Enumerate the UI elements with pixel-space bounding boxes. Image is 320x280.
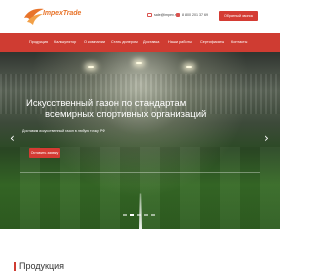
hero-title-line-2: всемирных спортивных организаций [45, 109, 207, 120]
main-nav: Продукция Калькулятор О компании Стать д… [0, 33, 280, 52]
pitch-line [20, 172, 260, 173]
slider-dot-active[interactable] [130, 214, 134, 216]
phone-contact[interactable]: 8 800 201 37 69 [176, 13, 208, 18]
floodlight [136, 62, 142, 64]
nav-item-about[interactable]: О компании [84, 40, 105, 44]
floodlight [88, 66, 94, 68]
nav-item-dealer[interactable]: Стать дилером [111, 40, 138, 44]
section-accent-bar [14, 262, 16, 271]
nav-item-contacts[interactable]: Контакты [231, 40, 247, 44]
email-text: sale@impex.ru [154, 13, 179, 17]
nav-item-products[interactable]: Продукция [29, 40, 48, 44]
slider-next-icon[interactable]: › [264, 132, 270, 144]
slider-prev-icon[interactable]: ‹ [10, 132, 16, 144]
hero-subtitle: Доставим искусственный газон в любую точ… [22, 129, 105, 133]
slider-dot[interactable] [151, 214, 155, 216]
slider-dot[interactable] [123, 214, 127, 216]
slider-dot[interactable] [144, 214, 148, 216]
phone-text: 8 800 201 37 69 [182, 13, 208, 17]
hero-title-line-1: Искусственный газон по стандартам [26, 98, 187, 109]
top-bar: ImpexTrade sale@impex.ru 8 800 201 37 69… [0, 0, 280, 33]
section-title: Продукция [19, 261, 65, 271]
order-button[interactable]: Оставить заявку [29, 148, 60, 158]
hero-slider: ‹ › [0, 52, 280, 229]
nav-item-certificates[interactable]: Сертификаты [200, 40, 224, 44]
envelope-icon [147, 13, 152, 18]
nav-item-calculator[interactable]: Калькулятор [54, 40, 76, 44]
callback-button[interactable]: Обратный звонок [219, 11, 258, 21]
slider-dots [123, 214, 157, 218]
phone-icon [176, 13, 180, 18]
email-contact[interactable]: sale@impex.ru [147, 13, 179, 18]
nav-item-delivery[interactable]: Доставка [143, 40, 159, 44]
logo[interactable]: ImpexTrade [22, 6, 82, 28]
slider-dot[interactable] [137, 214, 141, 216]
logo-text: ImpexTrade [43, 10, 82, 17]
nav-item-works[interactable]: Наши работы [168, 40, 192, 44]
floodlight [186, 66, 192, 68]
